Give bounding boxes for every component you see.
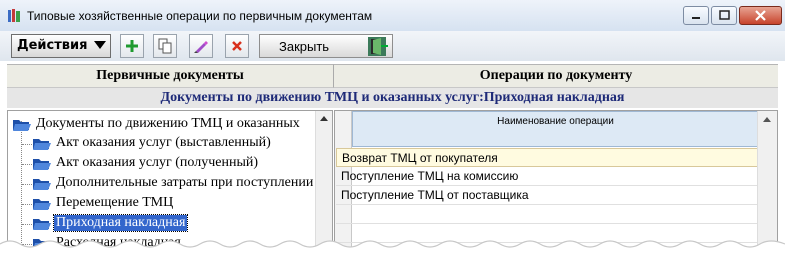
grid-row[interactable]: Поступление ТМЦ на комиссию	[336, 167, 758, 186]
maximize-button[interactable]	[711, 6, 737, 25]
operation-name-column-header[interactable]: Наименование операции	[352, 111, 759, 147]
grid-row-empty[interactable]	[336, 205, 758, 224]
copy-button[interactable]	[153, 34, 177, 58]
open-folder-icon	[33, 139, 51, 150]
edit-button[interactable]	[189, 34, 213, 58]
tree-node-label: Приходная накладная	[52, 214, 189, 232]
minimize-icon	[692, 17, 700, 19]
actions-menu-button[interactable]: Действия	[11, 34, 111, 58]
dropdown-arrow-icon	[94, 41, 106, 49]
toolbar: Действия Закрыть	[0, 31, 785, 61]
open-folder-icon	[33, 179, 51, 190]
door-exit-icon	[368, 37, 388, 56]
window-title: Типовые хозяйственные операции по первич…	[27, 9, 373, 23]
scroll-up-arrow-icon[interactable]	[763, 117, 771, 122]
open-folder-icon	[33, 159, 51, 170]
delete-button[interactable]	[225, 34, 249, 58]
x-icon	[232, 41, 242, 51]
grid-row[interactable]: Поступление ТМЦ от поставщика	[336, 186, 758, 205]
tree-node-label: Документы по движению ТМЦ и оказанных	[36, 116, 300, 131]
actions-label: Действия	[17, 38, 88, 53]
copy-icon	[158, 38, 172, 54]
maximize-icon	[719, 10, 730, 20]
title-bar: Типовые хозяйственные операции по первич…	[0, 0, 785, 31]
scroll-up-arrow-icon[interactable]	[320, 116, 328, 121]
close-icon	[755, 10, 766, 21]
pencil-icon	[194, 41, 208, 53]
open-folder-icon	[13, 120, 31, 131]
tree-node-label: Акт оказания услуг (выставленный)	[56, 135, 271, 150]
open-folder-icon	[33, 219, 51, 230]
close-button[interactable]: Закрыть	[259, 34, 393, 58]
add-button[interactable]	[120, 34, 144, 58]
minimize-button[interactable]	[683, 6, 709, 25]
window-close-button[interactable]	[739, 6, 782, 25]
torn-edge	[0, 240, 785, 261]
close-button-label: Закрыть	[279, 39, 330, 54]
grid-row-selected[interactable]: Возврат ТМЦ от покупателя	[336, 148, 758, 167]
primary-documents-header: Первичные документы	[7, 64, 334, 88]
plus-icon	[126, 40, 138, 52]
tree-node-label: Дополнительные затраты при поступлении	[56, 175, 314, 190]
books-icon	[8, 9, 20, 22]
tree-node-label: Акт оказания услуг (полученный)	[56, 155, 259, 170]
current-document-caption: Документы по движению ТМЦ и оказанных ус…	[7, 88, 778, 108]
document-operations-header: Операции по документу	[334, 64, 778, 88]
open-folder-icon	[33, 199, 51, 210]
tree-node-label: Перемещение ТМЦ	[56, 195, 174, 210]
